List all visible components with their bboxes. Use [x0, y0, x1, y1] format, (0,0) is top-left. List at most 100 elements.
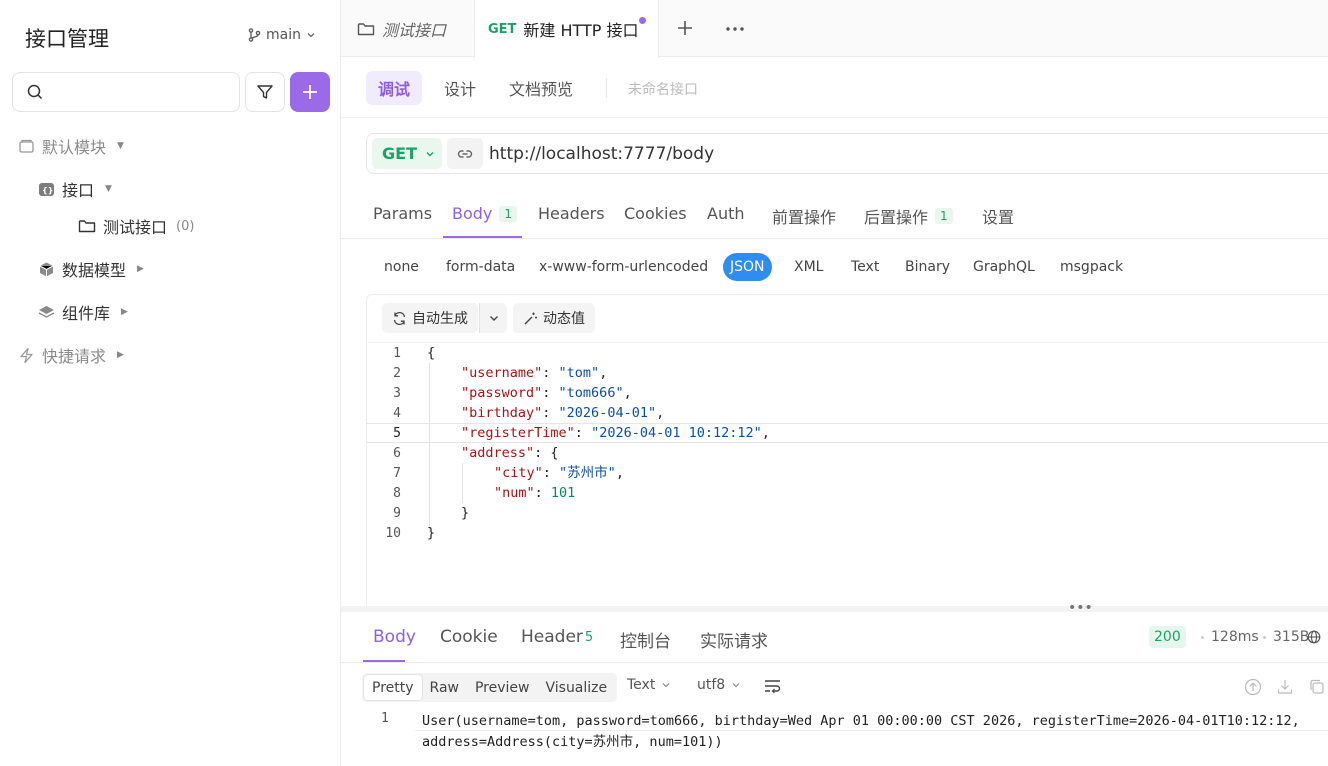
search-input[interactable]	[51, 84, 221, 100]
format-select[interactable]: Text	[627, 677, 671, 693]
resp-tab-actual-request[interactable]: 实际请求	[700, 627, 768, 652]
tab-label: Header	[521, 627, 583, 647]
body-type-xml[interactable]: XML	[786, 253, 831, 281]
tab-params[interactable]: Params	[373, 204, 432, 223]
tree-default-module[interactable]: 默认模块 ▼	[18, 134, 124, 158]
view-preview[interactable]: Preview	[467, 675, 538, 700]
folder-icon	[78, 220, 96, 233]
environment-link-button[interactable]	[447, 138, 483, 169]
search-icon	[27, 84, 43, 100]
upload-icon[interactable]	[1244, 678, 1262, 696]
view-raw[interactable]: Raw	[422, 675, 467, 700]
json-key: "password"	[461, 385, 543, 401]
tree-interfaces[interactable]: {} 接口 ▼	[38, 177, 112, 201]
encoding-select[interactable]: utf8	[697, 677, 741, 693]
network-info-button[interactable]	[1307, 629, 1321, 648]
tab-method: GET	[488, 21, 517, 37]
tab-label: 测试接口	[382, 20, 447, 40]
body-type-none[interactable]: none	[376, 253, 427, 281]
separator-dot	[1263, 636, 1266, 639]
new-tab-button[interactable]	[676, 15, 694, 43]
tab-new-http[interactable]: GET 新建 HTTP 接口	[474, 0, 659, 58]
plus-icon	[303, 85, 317, 99]
body-type-json[interactable]: JSON	[723, 253, 772, 281]
chevron-down-icon	[489, 316, 498, 321]
active-tab-indicator	[363, 660, 405, 662]
more-tabs-button[interactable]	[725, 14, 745, 49]
resp-tab-cookie[interactable]: Cookie	[440, 627, 498, 647]
tab-headers[interactable]: Headers	[538, 204, 605, 223]
code-area[interactable]: 1{ 2 "username": "tom", 3 "password": "tom…	[367, 343, 1328, 543]
body-type-binary[interactable]: Binary	[897, 253, 958, 281]
code-line: 1{	[367, 343, 1328, 363]
branch-selector[interactable]: main	[248, 27, 316, 43]
body-type-graphql[interactable]: GraphQL	[965, 253, 1043, 281]
json-value: {	[550, 445, 559, 461]
tab-label: 后置操作	[864, 208, 929, 227]
tab-cookies[interactable]: Cookies	[624, 204, 687, 223]
download-icon[interactable]	[1276, 678, 1294, 696]
magic-wand-icon	[524, 312, 537, 324]
editor-toolbar: 自动生成 动态值	[382, 303, 595, 333]
git-branch-icon	[248, 28, 261, 42]
request-tabs: Params Body 1 Headers Cookies Auth 前置操作 …	[341, 189, 1328, 239]
add-button[interactable]	[290, 72, 330, 112]
url-input[interactable]: http://localhost:7777/body	[489, 144, 714, 164]
mode-design[interactable]: 设计	[432, 71, 488, 105]
separator-dot	[1201, 636, 1204, 639]
body-type-urlencoded[interactable]: x-www-form-urlencoded	[531, 253, 716, 281]
resp-tab-console[interactable]: 控制台	[620, 627, 671, 652]
code-text: "registerTime": "2026-04-01 10:12:12",	[461, 425, 770, 441]
line-number: 7	[393, 466, 401, 481]
tab-post-ops[interactable]: 后置操作 1	[864, 204, 953, 228]
code-text: "num": 101	[494, 485, 576, 501]
button-label: 自动生成	[412, 311, 468, 327]
body-type-msgpack[interactable]: msgpack	[1052, 253, 1131, 281]
json-key: "username"	[461, 365, 543, 381]
mode-doc-preview[interactable]: 文档预览	[497, 71, 585, 105]
code-line: 7 "city": "苏州市",	[367, 463, 1328, 483]
folder-icon	[357, 22, 375, 35]
sidebar-title: 接口管理	[25, 27, 109, 51]
code-line: 3 "password": "tom666",	[367, 383, 1328, 403]
view-pretty[interactable]: Pretty	[364, 675, 422, 700]
resp-tab-body[interactable]: Body	[373, 627, 416, 647]
interface-name[interactable]: 未命名接口	[628, 79, 698, 99]
body-type-text[interactable]: Text	[843, 253, 887, 281]
tree-quick-requests[interactable]: 快捷请求 ▶	[18, 343, 124, 367]
json-value: "tom"	[558, 365, 600, 381]
auto-generate-button[interactable]: 自动生成	[382, 303, 478, 333]
method-select[interactable]: GET	[372, 138, 442, 169]
dynamic-value-button[interactable]: 动态值	[513, 303, 595, 333]
tree-data-models[interactable]: 数据模型 ▶	[38, 257, 144, 281]
tab-auth[interactable]: Auth	[707, 204, 745, 223]
auto-generate-dropdown[interactable]	[479, 303, 507, 333]
mode-debug[interactable]: 调试	[366, 71, 423, 105]
body-type-form-data[interactable]: form-data	[438, 253, 523, 281]
filter-button[interactable]	[245, 72, 285, 112]
resp-tab-header[interactable]: Header 5	[521, 627, 593, 647]
tab-test-interface[interactable]: 测试接口	[357, 0, 446, 57]
globe-icon	[1307, 630, 1321, 644]
tab-settings[interactable]: 设置	[982, 204, 1014, 228]
tab-label: Body	[452, 204, 493, 223]
json-key: "address"	[461, 445, 535, 461]
plus-icon	[678, 21, 692, 35]
count-badge: 1	[935, 208, 953, 224]
caret-right-icon: ▶	[137, 264, 144, 274]
tab-pre-ops[interactable]: 前置操作	[772, 204, 836, 228]
word-wrap-button[interactable]	[764, 679, 782, 693]
code-line: 8 "num": 101	[367, 483, 1328, 503]
count-badge: 1	[499, 205, 518, 222]
copy-icon[interactable]	[1308, 678, 1326, 696]
line-number: 5	[393, 426, 401, 441]
caret-right-icon: ▶	[121, 307, 128, 317]
search-box[interactable]	[12, 72, 240, 112]
sidebar: 接口管理 main 默认模块 ▼ {} 接口 ▼ 测试接口 (0) 数据模型 ▶…	[0, 0, 341, 766]
tree-label: 快捷请求	[42, 347, 107, 366]
tree-folder-test[interactable]: 测试接口 (0)	[78, 214, 194, 238]
tab-body[interactable]: Body 1	[452, 204, 518, 223]
unsaved-dot	[639, 17, 646, 24]
view-visualize[interactable]: Visualize	[537, 675, 615, 700]
tree-components[interactable]: 组件库 ▶	[38, 300, 128, 324]
